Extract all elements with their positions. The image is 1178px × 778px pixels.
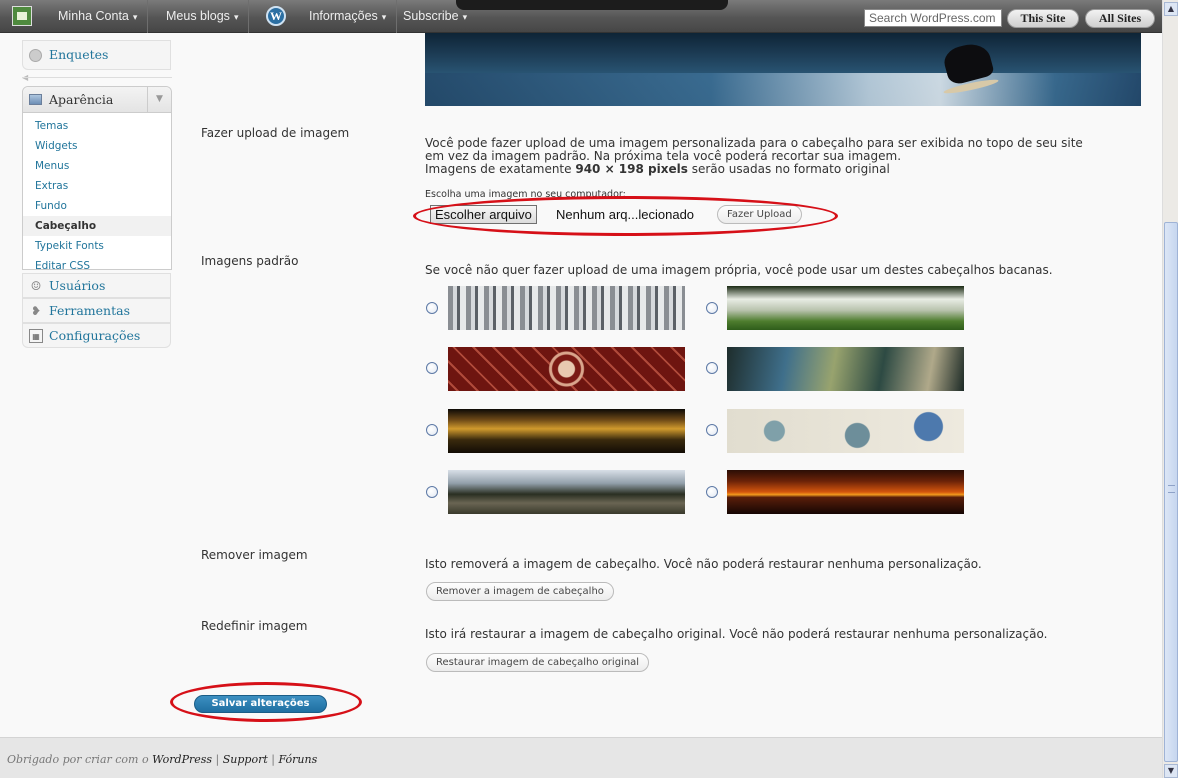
chevron-down-icon: ▾: [381, 12, 387, 22]
header-option-forest-sunlight[interactable]: [448, 409, 685, 453]
upload-description: Você pode fazer upload de uma imagem per…: [425, 137, 1083, 176]
restore-header-button[interactable]: Restaurar imagem de cabeçalho original: [426, 653, 650, 672]
submenu-item-cabecalho[interactable]: Cabeçalho: [23, 216, 171, 236]
menu-minha-conta-label: Minha Conta: [58, 9, 129, 23]
footer-forums-link[interactable]: Fóruns: [278, 753, 317, 766]
menu-informacoes-label: Informações: [309, 9, 378, 23]
header-option-radio[interactable]: [426, 486, 438, 498]
sidebar-section-aparencia: Aparência ▼ Temas Widgets Menus Extras F…: [22, 86, 172, 272]
menu-subscribe-label: Subscribe: [403, 9, 459, 23]
tools-icon: ❥: [30, 304, 42, 318]
scroll-up-arrow-icon[interactable]: ▲: [1164, 2, 1178, 16]
toggle-arrow-icon[interactable]: ▼: [147, 87, 171, 112]
sidebar-item-label: Enquetes: [49, 47, 109, 62]
sidebar-separator: [22, 77, 172, 78]
header-option-sunset[interactable]: [727, 470, 964, 514]
footer-separator: |: [212, 753, 223, 766]
vertical-scrollbar[interactable]: ▲ ▼: [1162, 0, 1178, 778]
admin-bar: Minha Conta ▾ Meus blogs ▾ W Informações ▾ …: [0, 0, 1162, 33]
menu-meus-blogs-label: Meus blogs: [166, 9, 230, 23]
sidebar-item-aparencia[interactable]: Aparência ▼: [23, 87, 171, 113]
menu-informacoes[interactable]: Informações ▾: [299, 0, 398, 33]
header-option-radio[interactable]: [426, 424, 438, 436]
header-option-radio[interactable]: [706, 302, 718, 314]
chevron-down-icon: ▾: [132, 12, 138, 22]
submenu-item-extras[interactable]: Extras: [23, 176, 171, 196]
menu-meus-blogs[interactable]: Meus blogs ▾: [156, 0, 250, 33]
scroll-down-arrow-icon[interactable]: ▼: [1164, 764, 1178, 778]
footer-support-link[interactable]: Support: [223, 753, 268, 766]
appearance-icon: [29, 94, 42, 105]
submenu-item-menus[interactable]: Menus: [23, 156, 171, 176]
submenu-item-fundo[interactable]: Fundo: [23, 196, 171, 216]
footer: Obrigado por criar com o WordPress | Sup…: [0, 737, 1162, 778]
scrollbar-thumb[interactable]: [1164, 222, 1178, 762]
header-image-preview: [425, 33, 1141, 106]
annotation-oval: [170, 682, 362, 722]
site-icon[interactable]: [12, 6, 32, 26]
header-option-radio[interactable]: [706, 362, 718, 374]
footer-text: Obrigado por criar com o WordPress | Sup…: [7, 753, 317, 766]
footer-wordpress-link[interactable]: WordPress: [152, 753, 212, 766]
header-option-blossoms[interactable]: [727, 286, 964, 330]
header-option-red-pattern[interactable]: [448, 347, 685, 391]
header-option-radio[interactable]: [426, 362, 438, 374]
aparencia-submenu: Temas Widgets Menus Extras Fundo Cabeçal…: [23, 113, 171, 276]
remove-image-label: Remover imagem: [201, 548, 308, 562]
sidebar-item-label: Configurações: [49, 328, 141, 343]
submenu-item-typekit-fonts[interactable]: Typekit Fonts: [23, 236, 171, 256]
sidebar-item-label: Usuários: [49, 278, 106, 293]
header-option-tree-lane[interactable]: [448, 470, 685, 514]
header-option-radio[interactable]: [706, 424, 718, 436]
search-input[interactable]: Search WordPress.com: [864, 9, 1002, 27]
upload-desc-text: Imagens de exatamente: [425, 162, 576, 176]
remove-header-button[interactable]: Remover a imagem de cabeçalho: [426, 582, 614, 601]
upload-label: Fazer upload de imagem: [201, 126, 350, 140]
default-images-description: Se você não quer fazer upload de uma ima…: [425, 263, 1053, 277]
upload-desc-text: serão usadas no formato original: [687, 162, 890, 176]
header-option-radio[interactable]: [426, 302, 438, 314]
reset-image-description: Isto irá restaurar a imagem de cabeçalho…: [425, 627, 1048, 641]
remove-image-description: Isto removerá a imagem de cabeçalho. Voc…: [425, 557, 982, 571]
this-site-button[interactable]: This Site: [1007, 9, 1079, 28]
upload-desc-line: Imagens de exatamente 940 × 198 pixels s…: [425, 163, 1083, 176]
sidebar-item-configuracoes[interactable]: ▦ Configurações: [22, 323, 171, 348]
sidebar-item-ferramentas[interactable]: ❥ Ferramentas: [22, 298, 171, 323]
chevron-down-icon: ▾: [233, 12, 239, 22]
sidebar-item-label: Aparência: [49, 92, 114, 107]
default-images-label: Imagens padrão: [201, 254, 299, 268]
toggle-arrow-glyph: ▼: [156, 94, 163, 104]
all-sites-button[interactable]: All Sites: [1085, 9, 1155, 28]
annotation-oval: [413, 196, 838, 236]
sidebar-item-label: Ferramentas: [49, 303, 130, 318]
submenu-item-widgets[interactable]: Widgets: [23, 136, 171, 156]
header-option-watercolor[interactable]: [727, 409, 964, 453]
users-icon: ☺: [30, 279, 42, 293]
header-option-leaves[interactable]: [727, 347, 964, 391]
upload-size-text: 940 × 198 pixels: [575, 162, 688, 176]
reset-image-label: Redefinir imagem: [201, 619, 308, 633]
header-option-winter-trees[interactable]: [448, 286, 685, 330]
wordpress-logo-icon[interactable]: W: [266, 6, 286, 26]
window-notch: [456, 0, 728, 10]
sidebar-item-enquetes[interactable]: Enquetes: [22, 40, 171, 70]
sidebar-item-usuarios[interactable]: ☺ Usuários: [22, 273, 171, 298]
chevron-down-icon: ▾: [462, 12, 468, 22]
poll-icon: [29, 49, 42, 62]
settings-icon: ▦: [29, 329, 43, 343]
footer-pre-text: Obrigado por criar com o: [7, 753, 153, 766]
menu-minha-conta[interactable]: Minha Conta ▾: [48, 0, 149, 33]
submenu-item-temas[interactable]: Temas: [23, 116, 171, 136]
footer-separator: |: [267, 753, 279, 766]
header-option-radio[interactable]: [706, 486, 718, 498]
